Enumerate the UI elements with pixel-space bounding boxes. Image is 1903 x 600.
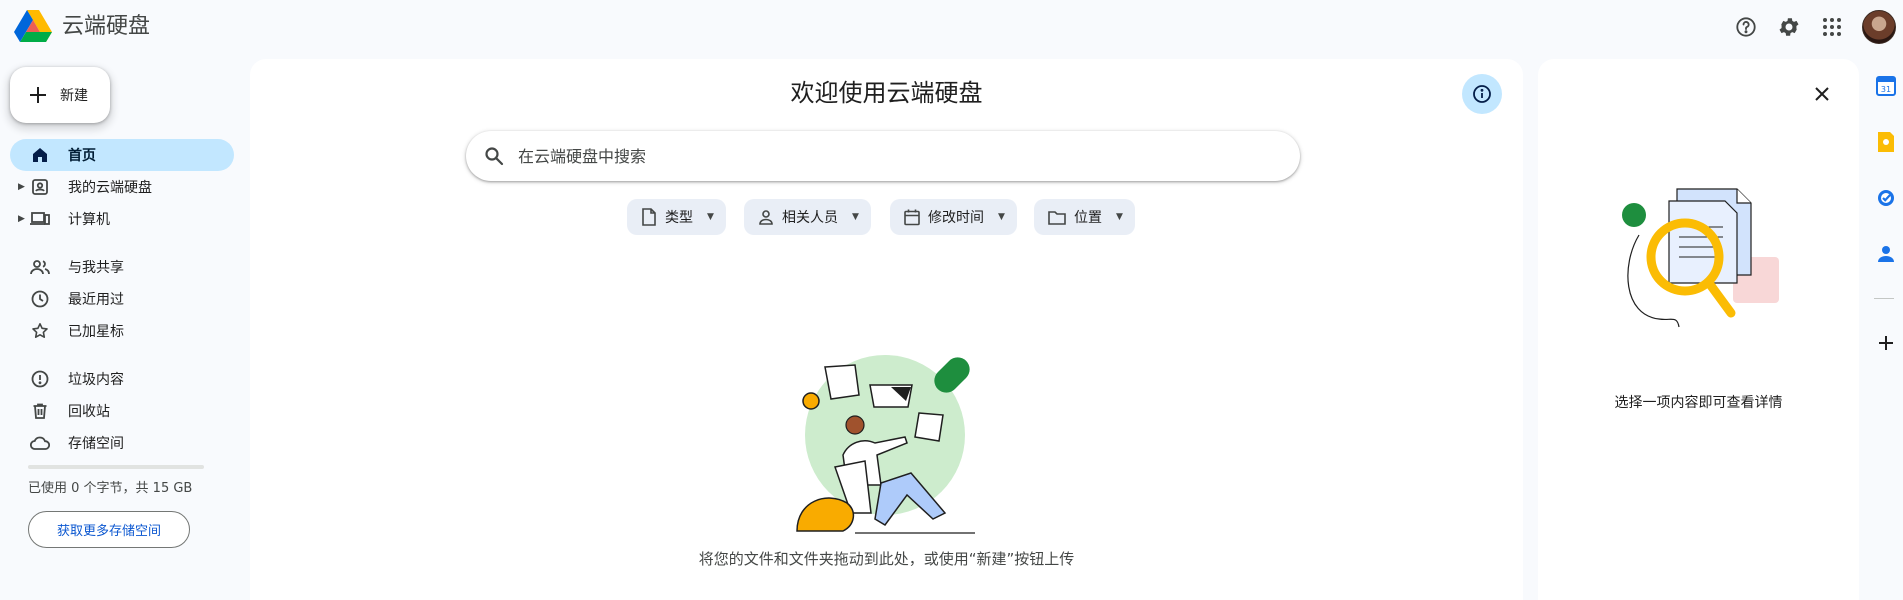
cloud-icon — [28, 431, 52, 455]
new-button[interactable]: 新建 — [10, 67, 110, 123]
people-icon — [28, 255, 52, 279]
filter-people-chip[interactable]: 相关人员 ▼ — [744, 199, 871, 235]
person-icon — [759, 210, 773, 225]
chevron-down-icon: ▼ — [707, 212, 714, 222]
filter-label: 相关人员 — [782, 210, 838, 226]
sidebar-item-my-drive[interactable]: ▶ 我的云端硬盘 — [10, 171, 234, 203]
filter-label: 修改时间 — [928, 210, 984, 226]
contacts-app-icon[interactable] — [1874, 242, 1898, 266]
folder-icon — [1048, 210, 1066, 225]
calendar-app-icon[interactable]: 31 — [1874, 74, 1898, 98]
trash-icon — [28, 399, 52, 423]
empty-state-illustration — [795, 355, 985, 540]
side-panel-divider — [1874, 298, 1894, 299]
details-hint-text: 选择一项内容即可查看详情 — [1614, 395, 1783, 411]
star-icon — [28, 319, 52, 343]
page-title: 欢迎使用云端硬盘 — [790, 79, 983, 107]
help-icon[interactable] — [1726, 7, 1766, 47]
empty-state-text: 将您的文件和文件夹拖动到此处，或使用“新建”按钮上传 — [698, 550, 1075, 568]
chevron-down-icon: ▼ — [998, 212, 1005, 222]
sidebar-item-computers[interactable]: ▶ 计算机 — [10, 203, 234, 235]
plus-icon — [30, 87, 46, 103]
details-illustration — [1615, 185, 1785, 345]
sidebar-item-label: 垃圾内容 — [68, 372, 124, 388]
chevron-down-icon: ▼ — [1116, 212, 1123, 222]
sidebar-item-starred[interactable]: 已加星标 — [10, 315, 234, 347]
search-icon[interactable] — [484, 146, 504, 166]
app-title[interactable]: 云端硬盘 — [62, 12, 150, 42]
sidebar-item-label: 计算机 — [68, 212, 110, 228]
calendar-day-text: 31 — [1881, 85, 1891, 94]
sidebar-item-label: 回收站 — [68, 404, 110, 420]
sidebar-item-trash[interactable]: 回收站 — [10, 395, 234, 427]
sidebar-item-label: 存储空间 — [68, 436, 124, 452]
tasks-app-icon[interactable] — [1874, 186, 1898, 210]
filter-label: 位置 — [1074, 210, 1102, 226]
add-app-icon[interactable] — [1874, 331, 1898, 355]
storage-usage-bar — [28, 465, 204, 469]
sidebar-item-spam[interactable]: 垃圾内容 — [10, 363, 234, 395]
info-icon — [1473, 85, 1491, 103]
get-more-storage-button[interactable]: 获取更多存储空间 — [28, 511, 190, 548]
sidebar-item-label: 已加星标 — [68, 324, 124, 340]
my-drive-icon — [28, 175, 52, 199]
search-bar[interactable] — [466, 131, 1300, 181]
close-icon — [1815, 87, 1829, 101]
spam-icon — [28, 367, 52, 391]
drive-logo-icon[interactable] — [14, 10, 52, 44]
calendar-icon — [904, 209, 920, 225]
expand-caret-icon[interactable]: ▶ — [18, 214, 25, 224]
sidebar-item-label: 最近用过 — [68, 292, 124, 308]
sidebar-item-recent[interactable]: 最近用过 — [10, 283, 234, 315]
apps-grid-icon[interactable] — [1812, 7, 1852, 47]
search-input[interactable] — [518, 146, 1218, 166]
filter-location-chip[interactable]: 位置 ▼ — [1034, 199, 1135, 235]
new-button-label: 新建 — [60, 88, 88, 104]
account-avatar[interactable] — [1862, 10, 1896, 44]
filter-label: 类型 — [665, 210, 693, 226]
sidebar-item-shared-with-me[interactable]: 与我共享 — [10, 251, 234, 283]
sidebar-item-label: 与我共享 — [68, 260, 124, 276]
keep-app-icon[interactable] — [1874, 130, 1898, 154]
settings-icon[interactable] — [1769, 7, 1809, 47]
clock-icon — [28, 287, 52, 311]
storage-usage-text: 已使用 0 个字节，共 15 GB — [28, 481, 193, 496]
home-icon — [28, 143, 52, 167]
sidebar-item-label: 首页 — [68, 148, 96, 164]
file-icon — [642, 208, 656, 226]
close-details-button[interactable] — [1802, 74, 1842, 114]
sidebar-item-home[interactable]: 首页 — [10, 139, 234, 171]
chevron-down-icon: ▼ — [852, 212, 859, 222]
filter-modified-chip[interactable]: 修改时间 ▼ — [890, 199, 1017, 235]
filter-type-chip[interactable]: 类型 ▼ — [627, 199, 726, 235]
sidebar-item-label: 我的云端硬盘 — [68, 180, 152, 196]
computer-icon — [28, 207, 52, 231]
expand-caret-icon[interactable]: ▶ — [18, 182, 25, 192]
sidebar-item-storage[interactable]: 存储空间 — [10, 427, 234, 459]
details-toggle-button[interactable] — [1462, 74, 1502, 114]
